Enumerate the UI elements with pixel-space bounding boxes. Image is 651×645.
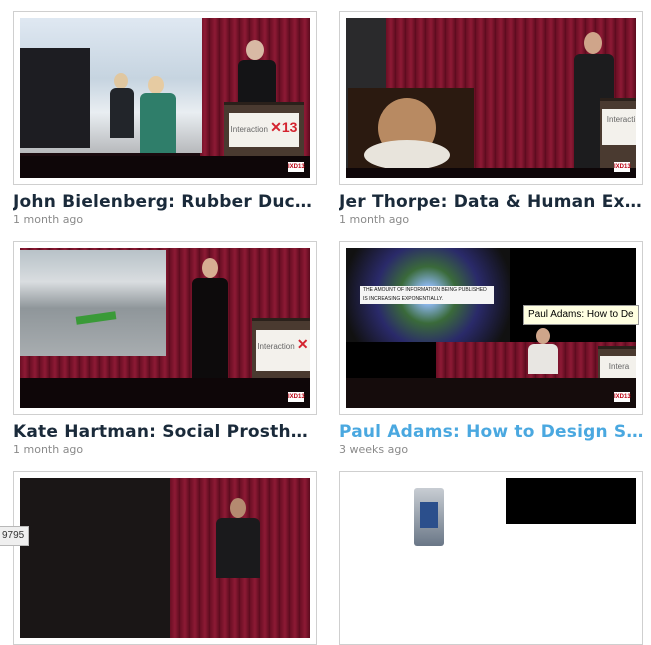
event-badge: IXD13 — [614, 162, 631, 172]
event-badge: IXD13 — [288, 392, 305, 402]
video-title[interactable]: John Bielenberg: Rubber Duc… — [13, 191, 319, 213]
video-card[interactable]: THE AMOUNT OF INFORMATION BEING PUBLISHE… — [339, 241, 645, 459]
video-thumbnail[interactable]: Interacti IXD13 — [339, 11, 643, 185]
video-age: 1 month ago — [339, 213, 410, 226]
video-card[interactable]: Interacti IXD13 Jer Thorpe: Data & Human… — [339, 11, 645, 229]
slide-caption: THE AMOUNT OF INFORMATION BEING PUBLISHE… — [360, 286, 494, 304]
video-card[interactable]: Interaction ✕13 IXD13 John Bielenberg: R… — [13, 11, 319, 229]
podium-mark: ✕ — [296, 336, 309, 352]
video-title[interactable]: Kate Hartman: Social Prosthe… — [13, 421, 319, 443]
video-thumbnail[interactable]: THE AMOUNT OF INFORMATION BEING PUBLISHE… — [339, 241, 643, 415]
podium-sign-text: Interaction — [230, 124, 268, 134]
status-bar-text: 9795 — [0, 526, 30, 546]
podium-sign-text: Interaction — [257, 342, 295, 351]
podium-sign-text: Intera — [608, 361, 630, 371]
video-title[interactable]: Jer Thorpe: Data & Human Ex… — [339, 191, 645, 213]
video-card[interactable]: Interaction ✕ IXD13 Kate Hartman: Social… — [13, 241, 319, 459]
video-thumbnail[interactable] — [13, 471, 317, 645]
podium-mark: ✕13 — [270, 118, 298, 135]
event-badge: IXD13 — [614, 392, 631, 402]
video-card[interactable] — [339, 471, 645, 645]
title-tooltip: Paul Adams: How to De — [523, 305, 639, 325]
video-age: 3 weeks ago — [339, 443, 409, 456]
video-thumbnail[interactable] — [339, 471, 643, 645]
video-title[interactable]: Paul Adams: How to Design S… — [339, 421, 645, 443]
video-age: 1 month ago — [13, 213, 84, 226]
event-badge: IXD13 — [288, 162, 305, 172]
video-age: 1 month ago — [13, 443, 84, 456]
video-thumbnail[interactable]: Interaction ✕ IXD13 — [13, 241, 317, 415]
video-thumbnail[interactable]: Interaction ✕13 IXD13 — [13, 11, 317, 185]
video-card[interactable] — [13, 471, 319, 645]
podium-sign-text: Interacti — [606, 115, 636, 124]
